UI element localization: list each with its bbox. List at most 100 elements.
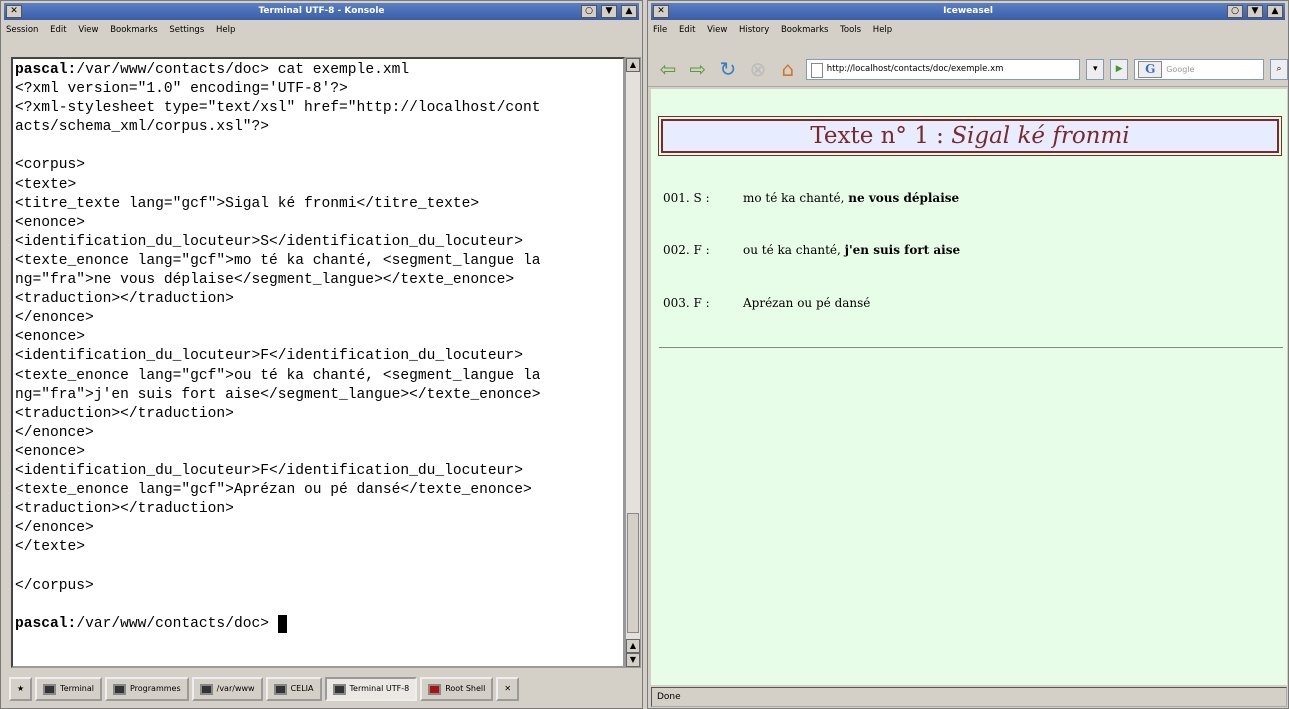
page-content: Texte n° 1 : Sigal ké fronmi 001. S : mo …	[651, 89, 1287, 685]
terminal-line: <?xml version="1.0" encoding='UTF-8'?>	[15, 81, 348, 98]
terminal-line: <texte_enonce lang="gcf">ou té ka chanté…	[15, 367, 541, 384]
status-bar: Done	[651, 687, 1287, 707]
go-icon[interactable]: ▶	[1110, 58, 1129, 80]
terminal-icon	[43, 683, 57, 695]
prompt-line: pascal:/var/www/contacts/doc>	[15, 614, 623, 634]
terminal-line: <traduction></traduction>	[15, 405, 234, 422]
taskbar: ★ Terminal Programmes /var/www CELIA Ter…	[9, 677, 642, 703]
navigation-toolbar: ⇦ ⇨ ↻ ⊗ ⌂ http://localhost/contacts/doc/…	[648, 52, 1288, 87]
terminal-line: <titre_texte lang="gcf">Sigal ké fronmi<…	[15, 195, 480, 212]
terminal-line: </corpus>	[15, 577, 94, 594]
terminal-line: <enonce>	[15, 329, 86, 346]
sticky-icon[interactable]: ○	[1227, 5, 1243, 18]
menu-tools[interactable]: Tools	[840, 25, 861, 35]
menu-bookmarks[interactable]: Bookmarks	[781, 25, 829, 35]
utterance-row: 002. F : ou té ka chanté, j'en suis fort …	[663, 243, 961, 257]
iceweasel-titlebar[interactable]: ✕ Iceweasel ○ ▼ ▲	[651, 3, 1285, 20]
close-icon[interactable]: ✕	[653, 5, 669, 18]
menu-file[interactable]: File	[653, 25, 667, 35]
sticky-icon[interactable]: ○	[581, 5, 597, 18]
minimize-icon[interactable]: ▼	[1247, 5, 1263, 18]
home-icon[interactable]: ⌂	[776, 57, 800, 81]
scroll-thumb[interactable]	[627, 513, 639, 633]
browser-menubar: File Edit View History Bookmarks Tools H…	[648, 20, 1288, 40]
search-icon[interactable]: ⌕	[1270, 58, 1288, 80]
task-root-shell[interactable]: Root Shell	[420, 677, 494, 701]
task-terminal[interactable]: Terminal	[35, 677, 102, 701]
menu-history[interactable]: History	[739, 25, 769, 35]
scroll-up-icon[interactable]: ▲	[626, 639, 640, 653]
menu-settings[interactable]: Settings	[169, 25, 204, 35]
task-var-www[interactable]: /var/www	[191, 677, 263, 701]
terminal-icon	[112, 683, 126, 695]
root-shell-icon	[428, 683, 442, 695]
maximize-icon[interactable]: ▲	[621, 5, 637, 18]
menu-session[interactable]: Session	[6, 25, 38, 35]
terminal-icon	[273, 683, 287, 695]
terminal-scrollbar[interactable]: ▲ ▲ ▼	[625, 57, 641, 668]
menu-help[interactable]: Help	[216, 25, 235, 35]
terminal-line: ng="fra">ne vous déplaise</segment_langu…	[15, 272, 515, 289]
terminal-line: </texte>	[15, 539, 86, 556]
terminal-line: <traduction></traduction>	[15, 501, 234, 518]
task-terminal-utf8[interactable]: Terminal UTF-8	[324, 677, 418, 701]
menu-help[interactable]: Help	[873, 25, 892, 35]
terminal-line: ng="fra">j'en suis fort aise</segment_la…	[15, 386, 541, 403]
menu-view[interactable]: View	[78, 25, 98, 35]
url-input[interactable]: http://localhost/contacts/doc/exemple.xm	[805, 58, 1081, 80]
utterance-row: 003. F : Aprézan ou pé dansé	[663, 296, 871, 310]
terminal-line: <enonce>	[15, 443, 86, 460]
konsole-menubar: Session Edit View Bookmarks Settings Hel…	[1, 20, 642, 40]
terminal-line: </enonce>	[15, 310, 94, 327]
terminal-output[interactable]: pascal:/var/www/contacts/doc> cat exempl…	[11, 57, 625, 668]
forward-arrow-icon[interactable]: ⇨	[686, 57, 710, 81]
terminal-line: <traduction></traduction>	[15, 291, 234, 308]
utterance-row: 001. S : mo té ka chanté, ne vous déplais…	[663, 191, 960, 205]
url-dropdown-icon[interactable]: ▾	[1086, 58, 1105, 80]
menu-view[interactable]: View	[707, 25, 727, 35]
menu-bookmarks[interactable]: Bookmarks	[110, 25, 158, 35]
terminal-line: </enonce>	[15, 424, 94, 441]
terminal-line: <corpus>	[15, 157, 86, 174]
terminal-line: <texte_enonce lang="gcf">Aprézan ou pé d…	[15, 482, 532, 499]
terminal-icon	[332, 683, 346, 695]
stop-icon[interactable]: ⊗	[746, 57, 770, 81]
task-programmes[interactable]: Programmes	[104, 677, 189, 701]
maximize-icon[interactable]: ▲	[1267, 5, 1283, 18]
close-icon[interactable]: ✕	[6, 5, 22, 18]
terminal-icon	[199, 683, 213, 695]
new-session-icon[interactable]: ★	[9, 677, 33, 701]
terminal-line: <texte>	[15, 176, 77, 193]
search-input[interactable]: G Google	[1134, 58, 1264, 80]
terminal-line: <?xml-stylesheet type="text/xsl" href="h…	[15, 100, 541, 117]
terminal-line: <texte_enonce lang="gcf">mo té ka chanté…	[15, 252, 541, 269]
scroll-down-icon[interactable]: ▼	[626, 653, 640, 667]
scroll-up-icon[interactable]: ▲	[626, 58, 640, 72]
iceweasel-title: Iceweasel	[943, 6, 993, 16]
back-arrow-icon[interactable]: ⇦	[656, 57, 680, 81]
task-celia[interactable]: CELIA	[265, 677, 322, 701]
page-title: Texte n° 1 : Sigal ké fronmi	[658, 116, 1282, 156]
menu-edit[interactable]: Edit	[50, 25, 66, 35]
terminal-line: <enonce>	[15, 214, 86, 231]
iceweasel-window: ✕ Iceweasel ○ ▼ ▲ File Edit View History…	[647, 0, 1289, 709]
close-session-icon[interactable]: ✕	[496, 677, 520, 701]
terminal-line: <identification_du_locuteur>S</identific…	[15, 233, 523, 250]
google-logo-icon: G	[1138, 60, 1163, 78]
divider	[659, 347, 1283, 348]
konsole-titlebar[interactable]: ✕ Terminal UTF-8 - Konsole ○ ▼ ▲	[4, 3, 639, 20]
konsole-window: ✕ Terminal UTF-8 - Konsole ○ ▼ ▲ Session…	[0, 0, 643, 709]
terminal-line: <identification_du_locuteur>F</identific…	[15, 348, 523, 365]
terminal-line: </enonce>	[15, 520, 94, 537]
text-cursor	[277, 614, 287, 633]
command-line: pascal:/var/www/contacts/doc> cat exempl…	[15, 62, 410, 78]
konsole-title: Terminal UTF-8 - Konsole	[258, 6, 385, 16]
minimize-icon[interactable]: ▼	[601, 5, 617, 18]
menu-edit[interactable]: Edit	[679, 25, 695, 35]
reload-icon[interactable]: ↻	[716, 57, 740, 81]
terminal-line: <identification_du_locuteur>F</identific…	[15, 462, 523, 479]
terminal-line: acts/schema_xml/corpus.xsl"?>	[15, 119, 269, 136]
